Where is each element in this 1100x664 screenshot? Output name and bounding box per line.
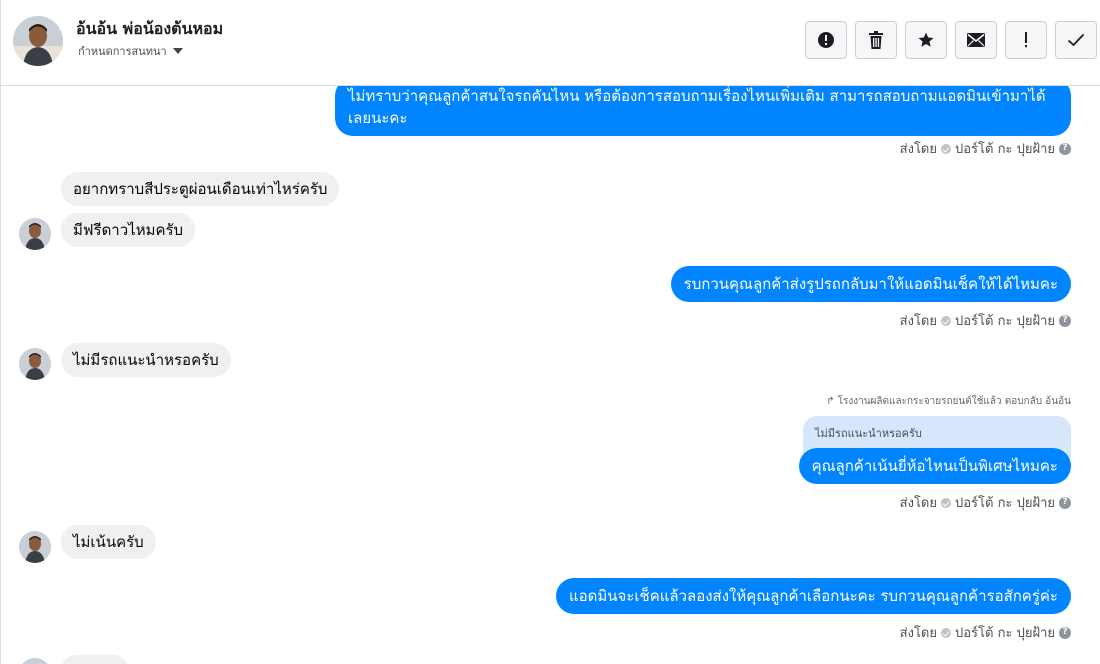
checkmark-icon: [1067, 33, 1085, 47]
sender-name: ปอร์โต้ กะ ปุยฝ้าย: [955, 496, 1055, 511]
contact-name[interactable]: อ้นอ้น พ่อน้องต้นหอม: [76, 17, 223, 42]
exclamation-icon: [1025, 32, 1027, 48]
sender-name: ปอร์โต้ กะ ปุยฝ้าย: [955, 626, 1055, 641]
sent-by-prefix: ส่งโดย: [899, 142, 937, 157]
verified-icon: [941, 497, 951, 508]
incoming-message[interactable]: ไม่เน้นครับ: [61, 525, 156, 559]
verified-icon: [941, 315, 951, 326]
message-text: ไม่ทราบว่าคุณลูกค้าสนใจรถคันไหน หรือต้อง…: [348, 87, 1046, 127]
verified-icon: [941, 627, 951, 638]
help-icon[interactable]: ?: [1059, 142, 1071, 155]
message-text: อยากทราบสีประตูผ่อนเดือนเท่าไหร่ครับ: [73, 180, 328, 198]
contact-avatar-small[interactable]: [19, 658, 51, 664]
quoted-text: ไม่มีรถแนะนำหรอครับ: [815, 427, 922, 440]
help-icon[interactable]: ?: [1059, 496, 1071, 509]
sent-by-line: ส่งโดย ปอร์โต้ กะ ปุยฝ้าย ?: [900, 138, 1071, 159]
star-icon: [918, 32, 934, 47]
mark-unread-button[interactable]: [955, 21, 997, 59]
reply-meta: ↱ โรงงานผลิตและกระจายรถยนต์ใช้แล้ว ตอบกล…: [826, 394, 1071, 409]
sent-by-prefix: ส่งโดย: [899, 626, 937, 641]
sent-by-line: ส่งโดย ปอร์โต้ กะ ปุยฝ้าย ?: [900, 622, 1071, 643]
mark-done-button[interactable]: [1055, 21, 1097, 59]
message-text: มีฟรีดาวไหมครับ: [73, 221, 184, 239]
help-icon[interactable]: ?: [1059, 626, 1071, 639]
message-text: ไม่เน้นครับ: [73, 533, 144, 551]
contact-avatar-small[interactable]: [19, 348, 51, 380]
sent-by-line: ส่งโดย ปอร์โต้ กะ ปุยฝ้าย ?: [900, 492, 1071, 513]
message-text: คุณลูกค้าเน้นยี่ห้อไหนเป็นพิเศษไหมคะ: [811, 457, 1058, 475]
contact-avatar[interactable]: [13, 16, 63, 66]
message-thread[interactable]: ไม่ทราบว่าคุณลูกค้าสนใจรถคันไหน หรือต้อง…: [1, 86, 1100, 664]
trash-icon: [869, 31, 883, 49]
sender-name: ปอร์โต้ กะ ปุยฝ้าย: [955, 142, 1055, 157]
message-text: รบกวนคุณลูกค้าส่งรูปรถกลับมาให้แอดมินเช็…: [683, 275, 1058, 293]
report-spam-icon: [818, 32, 834, 48]
incoming-message[interactable]: อยากทราบสีประตูผ่อนเดือนเท่าไหร่ครับ: [61, 172, 340, 206]
report-spam-button[interactable]: [805, 21, 847, 59]
conversation-toolbar: [805, 21, 1097, 59]
outgoing-message[interactable]: ไม่ทราบว่าคุณลูกค้าสนใจรถคันไหน หรือต้อง…: [335, 86, 1071, 136]
sent-by-line: ส่งโดย ปอร์โต้ กะ ปุยฝ้าย ?: [900, 310, 1071, 331]
delete-button[interactable]: [855, 21, 897, 59]
envelope-icon: [967, 33, 985, 47]
outgoing-message[interactable]: คุณลูกค้าเน้นยี่ห้อไหนเป็นพิเศษไหมคะ: [798, 448, 1071, 484]
sent-by-prefix: ส่งโดย: [899, 314, 937, 329]
contact-avatar-small[interactable]: [19, 531, 51, 563]
follow-up-button[interactable]: [1005, 21, 1047, 59]
conversation-settings-label: กำหนดการสนทนา: [78, 45, 167, 58]
outgoing-message[interactable]: แอดมินจะเช็คแล้วลองส่งให้คุณลูกค้าเลือกน…: [555, 578, 1071, 614]
caret-down-icon: [172, 48, 183, 54]
sender-name: ปอร์โต้ กะ ปุยฝ้าย: [955, 314, 1055, 329]
message-text: แอดมินจะเช็คแล้วลองส่งให้คุณลูกค้าเลือกน…: [568, 587, 1058, 605]
outgoing-message[interactable]: รบกวนคุณลูกค้าส่งรูปรถกลับมาให้แอดมินเช็…: [670, 266, 1071, 302]
verified-icon: [941, 143, 951, 154]
incoming-message[interactable]: ไม่มีรถแนะนำหรอครับ: [61, 343, 231, 377]
conversation-settings-dropdown[interactable]: กำหนดการสนทนา: [78, 42, 183, 60]
reply-arrow-icon: ↱: [826, 396, 835, 407]
help-icon[interactable]: ?: [1059, 314, 1071, 327]
incoming-message[interactable]: [61, 655, 129, 664]
conversation-panel: อ้นอ้น พ่อน้องต้นหอม กำหนดการสนทนา ไม่ทร…: [0, 0, 1100, 664]
sent-by-prefix: ส่งโดย: [899, 496, 937, 511]
message-text: ไม่มีรถแนะนำหรอครับ: [73, 351, 219, 369]
conversation-header: อ้นอ้น พ่อน้องต้นหอม กำหนดการสนทนา: [1, 0, 1100, 86]
star-button[interactable]: [905, 21, 947, 59]
contact-avatar-small[interactable]: [19, 218, 51, 250]
reply-meta-text: โรงงานผลิตและกระจายรถยนต์ใช้แล้ว ตอบกลับ…: [837, 396, 1071, 407]
incoming-message[interactable]: มีฟรีดาวไหมครับ: [61, 213, 196, 247]
